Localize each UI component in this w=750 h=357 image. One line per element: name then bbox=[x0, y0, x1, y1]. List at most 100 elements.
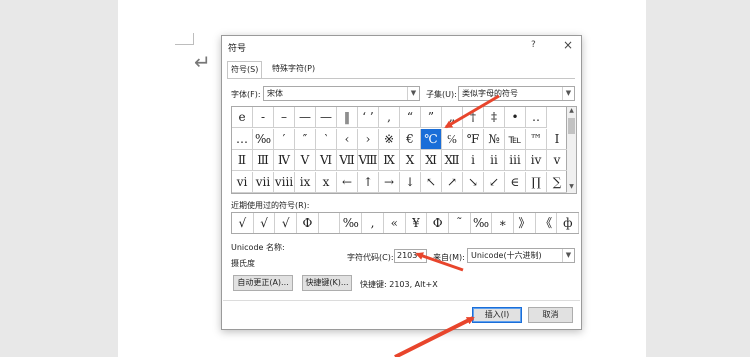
symbol-cell[interactable]: — bbox=[295, 107, 316, 128]
recent-symbol-cell[interactable]: Φ bbox=[427, 213, 449, 233]
symbol-cell[interactable]: Ⅹ bbox=[400, 150, 421, 171]
symbol-cell[interactable]: ↗ bbox=[442, 171, 463, 193]
scrollbar-thumb[interactable] bbox=[568, 118, 575, 134]
symbol-cell[interactable]: ↓ bbox=[400, 171, 421, 193]
symbol-cell[interactable]: ⅱ bbox=[484, 150, 505, 171]
recent-symbol-cell[interactable]: ¥ bbox=[406, 213, 428, 233]
cancel-button[interactable]: 取消 bbox=[528, 307, 573, 323]
recent-symbol-cell[interactable]: ‰ bbox=[471, 213, 493, 233]
symbol-cell[interactable]: ∈ bbox=[505, 171, 526, 193]
symbol-cell[interactable]: ↘ bbox=[463, 171, 484, 193]
symbol-cell[interactable]: — bbox=[316, 107, 337, 128]
symbol-cell[interactable]: ∑ bbox=[547, 171, 568, 193]
recent-symbol-cell[interactable]: ˜ bbox=[449, 213, 471, 233]
char-code-input[interactable]: 2103 bbox=[394, 249, 427, 263]
symbol-cell[interactable]: ™ bbox=[526, 128, 547, 150]
tab-symbols[interactable]: 符号(S) bbox=[227, 61, 263, 78]
subset-select[interactable]: 类似字母的符号 ▼ bbox=[458, 86, 575, 101]
tab-special-characters[interactable]: 特殊字符(P) bbox=[269, 61, 318, 77]
chevron-down-icon[interactable]: ▼ bbox=[562, 249, 574, 262]
recent-symbol-cell[interactable] bbox=[319, 213, 341, 233]
symbol-cell[interactable]: , bbox=[379, 107, 400, 128]
symbol-cell[interactable]: ‹ bbox=[337, 128, 358, 150]
symbol-cell[interactable]: „ bbox=[442, 107, 463, 128]
symbol-cell[interactable]: Ⅸ bbox=[379, 150, 400, 171]
symbol-cell[interactable]: Ⅻ bbox=[442, 150, 463, 171]
symbol-cell[interactable]: ※ bbox=[379, 128, 400, 150]
recent-symbol-cell[interactable]: ∗ bbox=[492, 213, 515, 233]
scroll-up-icon[interactable]: ▲ bbox=[567, 107, 576, 117]
recent-symbol-cell[interactable]: , bbox=[362, 213, 384, 233]
symbol-cell-selected[interactable]: ℃ bbox=[421, 128, 442, 150]
recent-symbol-cell[interactable]: √ bbox=[254, 213, 276, 233]
symbol-cell[interactable]: e bbox=[232, 107, 253, 128]
symbol-cell[interactable]: Ⅳ bbox=[274, 150, 295, 171]
symbol-cell[interactable]: • bbox=[505, 107, 526, 128]
symbol-cell[interactable]: Ⅴ bbox=[295, 150, 316, 171]
symbol-cell[interactable]: ↖ bbox=[421, 171, 442, 193]
symbol-cell[interactable]: ⅹ bbox=[316, 171, 337, 193]
recent-symbol-cell[interactable]: 》 bbox=[514, 213, 536, 233]
symbol-cell[interactable]: ∏ bbox=[526, 171, 547, 193]
chevron-down-icon[interactable]: ▼ bbox=[407, 87, 419, 100]
symbol-cell[interactable]: ” bbox=[421, 107, 442, 128]
symbol-cell[interactable]: ″ bbox=[295, 128, 316, 150]
recent-symbol-cell[interactable]: « bbox=[384, 213, 406, 233]
symbol-cell[interactable]: † bbox=[463, 107, 484, 128]
symbol-cell[interactable]: ⅰ bbox=[463, 150, 484, 171]
symbol-cell[interactable]: ⅴ bbox=[547, 150, 568, 171]
symbol-cell[interactable]: ‰ bbox=[253, 128, 274, 150]
symbol-cell[interactable]: ⅳ bbox=[526, 150, 547, 171]
symbol-cell[interactable]: ← bbox=[337, 171, 358, 193]
close-button[interactable]: × bbox=[563, 38, 573, 52]
symbol-cell[interactable]: ‵ bbox=[316, 128, 337, 150]
recent-symbol-cell[interactable]: ‰ bbox=[341, 213, 363, 233]
symbol-cell[interactable]: → bbox=[379, 171, 400, 193]
symbol-cell[interactable]: › bbox=[358, 128, 379, 150]
symbol-cell[interactable]: ↙ bbox=[484, 171, 505, 193]
symbol-cell[interactable]: ‡ bbox=[484, 107, 505, 128]
recent-symbol-cell[interactable]: √ bbox=[275, 213, 298, 233]
symbol-cell[interactable]: Ⅰ bbox=[547, 128, 568, 150]
recent-symbol-cell[interactable]: √ bbox=[232, 213, 254, 233]
recent-symbol-cell[interactable]: ф bbox=[558, 213, 580, 233]
symbol-cell[interactable]: ↑ bbox=[358, 171, 379, 193]
symbol-cell[interactable]: ‖ bbox=[337, 107, 358, 128]
symbol-cell[interactable]: Ⅱ bbox=[232, 150, 253, 171]
symbol-cell[interactable]: - bbox=[253, 107, 274, 128]
from-select[interactable]: Unicode(十六进制) ▼ bbox=[467, 248, 575, 263]
symbol-cell[interactable]: ⅲ bbox=[505, 150, 526, 171]
recent-symbol-cell[interactable]: 《 bbox=[536, 213, 558, 233]
symbol-cell[interactable]: ‘ ’ bbox=[358, 107, 379, 128]
scroll-down-icon[interactable]: ▼ bbox=[567, 183, 576, 193]
symbol-cell[interactable]: Ⅺ bbox=[421, 150, 442, 171]
symbol-cell[interactable]: Ⅶ bbox=[337, 150, 358, 171]
autocorrect-button[interactable]: 自动更正(A)... bbox=[233, 275, 293, 291]
symbol-cell[interactable]: “ bbox=[400, 107, 421, 128]
chevron-down-icon[interactable]: ▼ bbox=[562, 87, 574, 100]
symbol-cell[interactable]: Ⅲ bbox=[253, 150, 274, 171]
symbol-cell[interactable]: ⅵ bbox=[232, 171, 253, 193]
insert-button[interactable]: 插入(I) bbox=[472, 307, 522, 323]
symbol-cell[interactable]: … bbox=[232, 128, 253, 150]
symbol-grid-scrollbar[interactable]: ▲ ▼ bbox=[567, 106, 577, 194]
symbol-cell[interactable]: ′ bbox=[274, 128, 295, 150]
symbol-cell[interactable]: ⅷ bbox=[274, 171, 295, 193]
help-button[interactable]: ? bbox=[531, 40, 536, 50]
subset-label: 子集(U): bbox=[426, 90, 457, 99]
symbol-dialog: 符号 ? × 符号(S) 特殊字符(P) 字体(F): 宋体 ▼ 子集(U): … bbox=[221, 35, 582, 330]
symbol-cell[interactable]: ℉ bbox=[463, 128, 484, 150]
symbol-cell[interactable]: ⅸ bbox=[295, 171, 316, 193]
symbol-cell[interactable]: ℅ bbox=[442, 128, 463, 150]
symbol-cell[interactable]: – bbox=[274, 107, 295, 128]
symbol-cell[interactable]: ⅶ bbox=[253, 171, 274, 193]
shortcut-key-button[interactable]: 快捷键(K)... bbox=[302, 275, 352, 291]
font-select[interactable]: 宋体 ▼ bbox=[263, 86, 420, 101]
symbol-cell[interactable]: ℡ bbox=[505, 128, 526, 150]
symbol-cell[interactable]: ‥ bbox=[526, 107, 547, 128]
recent-symbol-cell[interactable]: Φ bbox=[297, 213, 319, 233]
symbol-cell[interactable]: № bbox=[484, 128, 505, 150]
symbol-cell[interactable]: € bbox=[400, 128, 421, 150]
symbol-cell[interactable]: Ⅵ bbox=[316, 150, 337, 171]
symbol-cell[interactable]: Ⅷ bbox=[358, 150, 379, 171]
